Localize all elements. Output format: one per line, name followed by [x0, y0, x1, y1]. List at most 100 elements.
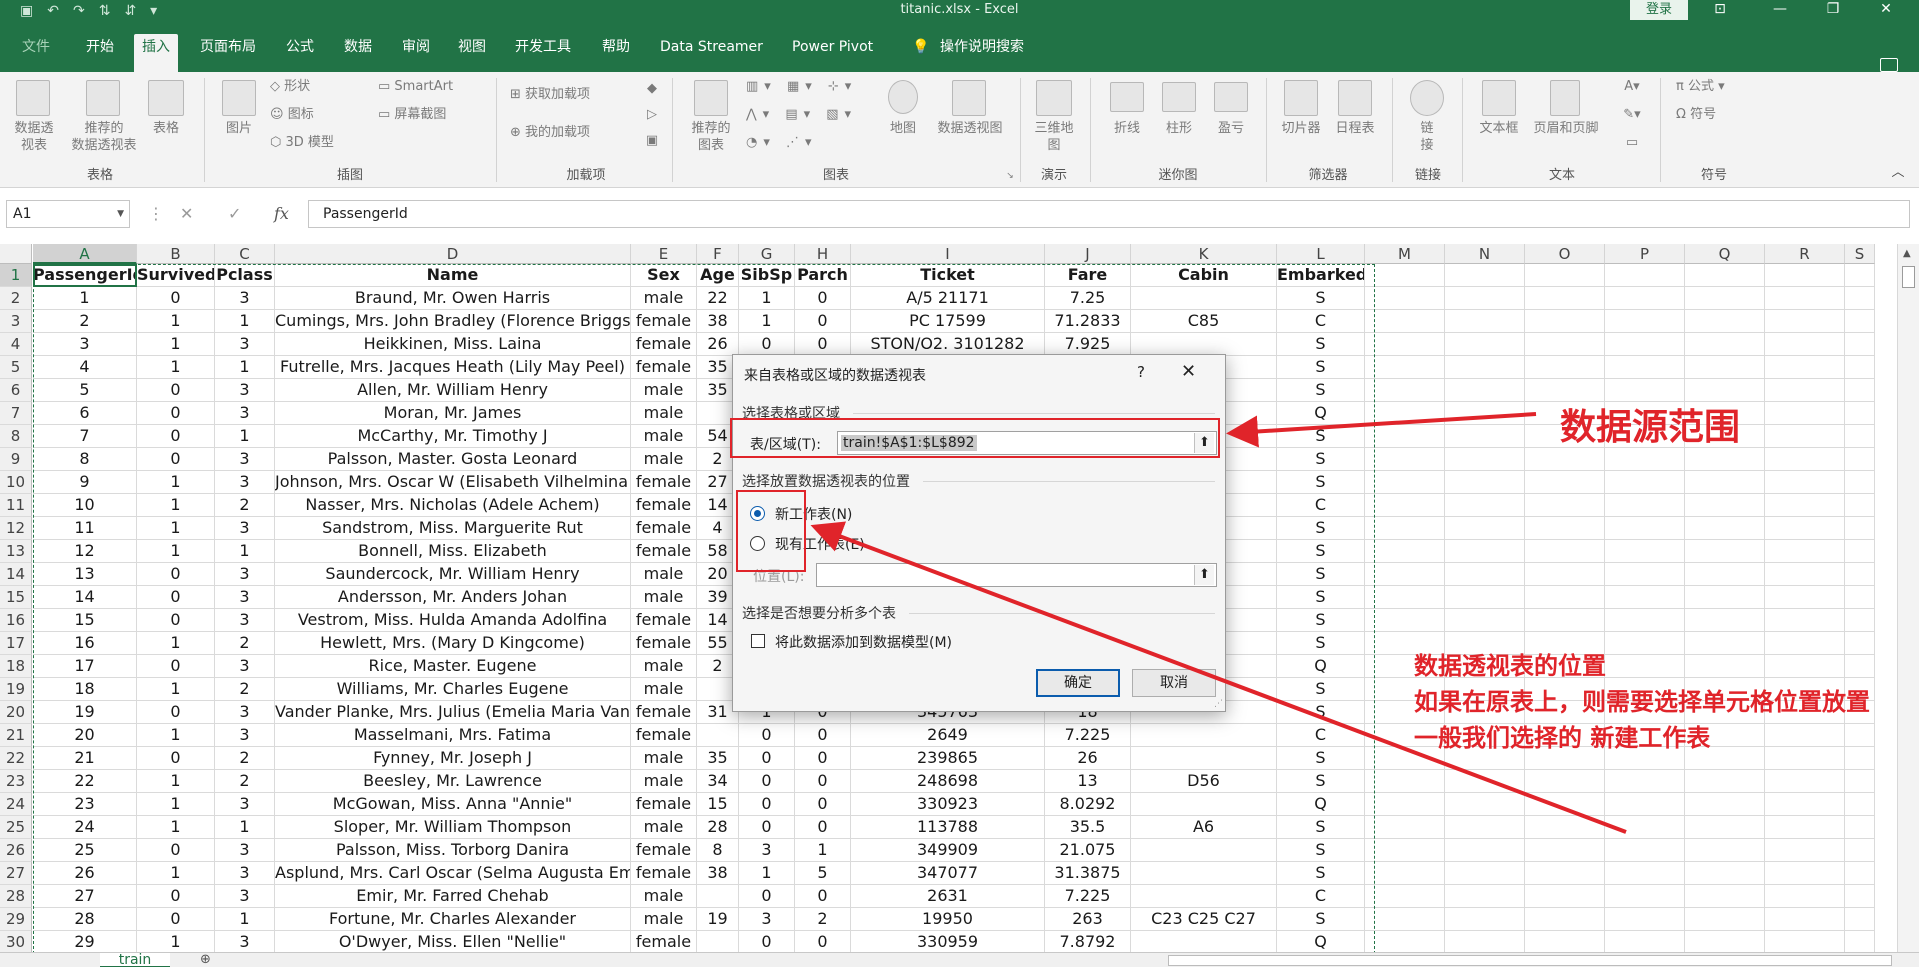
- table-cell[interactable]: 0: [137, 609, 215, 632]
- table-cell[interactable]: Sandstrom, Miss. Marguerite Rut: [275, 517, 631, 540]
- close-window-icon[interactable]: ✕: [1866, 0, 1906, 22]
- table-cell[interactable]: 3: [215, 793, 275, 816]
- table-button[interactable]: 表格: [148, 120, 184, 137]
- table-cell[interactable]: male: [631, 816, 697, 839]
- table-cell[interactable]: PC 17599: [851, 310, 1045, 333]
- table-cell[interactable]: [1365, 885, 1445, 908]
- table-cell[interactable]: [1765, 333, 1845, 356]
- table-cell[interactable]: 23: [33, 793, 137, 816]
- table-cell[interactable]: [1605, 471, 1685, 494]
- table-cell[interactable]: [1685, 471, 1765, 494]
- table-cell[interactable]: [1445, 563, 1525, 586]
- table-cell[interactable]: C: [1277, 885, 1365, 908]
- table-cell[interactable]: [1365, 816, 1445, 839]
- header-cell[interactable]: [1445, 264, 1525, 287]
- table-cell[interactable]: 0: [137, 908, 215, 931]
- table-cell[interactable]: [1765, 908, 1845, 931]
- table-cell[interactable]: 31.3875: [1045, 862, 1131, 885]
- table-cell[interactable]: female: [631, 333, 697, 356]
- header-cell[interactable]: Sex: [631, 264, 697, 287]
- table-cell[interactable]: [1365, 356, 1445, 379]
- table-cell[interactable]: 1: [137, 632, 215, 655]
- table-cell[interactable]: S: [1277, 701, 1365, 724]
- table-cell[interactable]: 0: [739, 770, 795, 793]
- table-cell[interactable]: [1365, 839, 1445, 862]
- table-cell[interactable]: [1445, 310, 1525, 333]
- table-cell[interactable]: 35: [697, 747, 739, 770]
- header-cell[interactable]: Pclass: [215, 264, 275, 287]
- header-cell[interactable]: Ticket: [851, 264, 1045, 287]
- table-cell[interactable]: male: [631, 770, 697, 793]
- horizontal-scrollbar[interactable]: [1168, 955, 1892, 966]
- table-cell[interactable]: [1365, 425, 1445, 448]
- table-cell[interactable]: 26: [33, 862, 137, 885]
- table-cell[interactable]: 347077: [851, 862, 1045, 885]
- row-header[interactable]: 3: [0, 310, 32, 333]
- table-cell[interactable]: 2649: [851, 724, 1045, 747]
- table-cell[interactable]: 1: [215, 816, 275, 839]
- table-cell[interactable]: 24: [33, 816, 137, 839]
- table-cell[interactable]: [1365, 333, 1445, 356]
- table-cell[interactable]: Sloper, Mr. William Thompson: [275, 816, 631, 839]
- table-cell[interactable]: 0: [137, 747, 215, 770]
- header-cell[interactable]: Age: [697, 264, 739, 287]
- table-cell[interactable]: [1605, 770, 1685, 793]
- row-header[interactable]: 26: [0, 839, 32, 862]
- table-cell[interactable]: 248698: [851, 770, 1045, 793]
- sparkline-winloss-button[interactable]: 盈亏: [1210, 120, 1252, 137]
- table-cell[interactable]: 19: [33, 701, 137, 724]
- confirm-entry-icon[interactable]: ✓: [228, 204, 241, 223]
- header-footer-button[interactable]: 页眉和页脚: [1526, 120, 1606, 137]
- column-header-E[interactable]: E: [631, 244, 697, 264]
- table-cell[interactable]: 3: [215, 839, 275, 862]
- table-cell[interactable]: S: [1277, 816, 1365, 839]
- 3d-map-button[interactable]: 三维地图: [1028, 120, 1080, 154]
- table-cell[interactable]: [1365, 908, 1445, 931]
- table-cell[interactable]: 19: [697, 908, 739, 931]
- table-cell[interactable]: 34: [697, 770, 739, 793]
- table-cell[interactable]: female: [631, 724, 697, 747]
- screenshot-button[interactable]: ▭ 屏幕截图: [378, 106, 478, 123]
- table-cell[interactable]: A/5 21171: [851, 287, 1045, 310]
- table-cell[interactable]: [1685, 540, 1765, 563]
- table-cell[interactable]: female: [631, 356, 697, 379]
- table-cell[interactable]: [1445, 425, 1525, 448]
- table-cell[interactable]: [1131, 333, 1277, 356]
- table-cell[interactable]: 38: [697, 310, 739, 333]
- table-cell[interactable]: A6: [1131, 816, 1277, 839]
- table-cell[interactable]: 1: [137, 540, 215, 563]
- table-cell[interactable]: female: [631, 310, 697, 333]
- table-cell[interactable]: [1845, 310, 1875, 333]
- column-header-D[interactable]: D: [275, 244, 631, 264]
- smartart-button[interactable]: ▭ SmartArt: [378, 78, 478, 95]
- table-cell[interactable]: 0: [739, 931, 795, 952]
- row-header[interactable]: 9: [0, 448, 32, 471]
- name-box-dropdown-icon[interactable]: ▼: [117, 201, 124, 227]
- table-cell[interactable]: [1605, 816, 1685, 839]
- table-cell[interactable]: 6: [33, 402, 137, 425]
- table-cell[interactable]: 1: [137, 931, 215, 952]
- table-cell[interactable]: [1845, 609, 1875, 632]
- table-cell[interactable]: [1365, 586, 1445, 609]
- table-cell[interactable]: 26: [1045, 747, 1131, 770]
- table-cell[interactable]: [1365, 770, 1445, 793]
- table-cell[interactable]: 1: [215, 310, 275, 333]
- table-cell[interactable]: [1845, 517, 1875, 540]
- table-cell[interactable]: 2: [215, 494, 275, 517]
- table-cell[interactable]: Bonnell, Miss. Elizabeth: [275, 540, 631, 563]
- table-cell[interactable]: [1685, 494, 1765, 517]
- column-header-J[interactable]: J: [1045, 244, 1131, 264]
- table-cell[interactable]: 1: [137, 356, 215, 379]
- table-cell[interactable]: [1845, 770, 1875, 793]
- table-cell[interactable]: 0: [739, 724, 795, 747]
- table-cell[interactable]: [1445, 540, 1525, 563]
- table-cell[interactable]: [1765, 402, 1845, 425]
- table-cell[interactable]: 15: [33, 609, 137, 632]
- table-cell[interactable]: [1525, 494, 1605, 517]
- header-cell[interactable]: [1605, 264, 1685, 287]
- table-cell[interactable]: [1845, 908, 1875, 931]
- table-cell[interactable]: 2: [795, 908, 851, 931]
- table-cell[interactable]: male: [631, 586, 697, 609]
- table-cell[interactable]: [1525, 310, 1605, 333]
- table-cell[interactable]: S: [1277, 333, 1365, 356]
